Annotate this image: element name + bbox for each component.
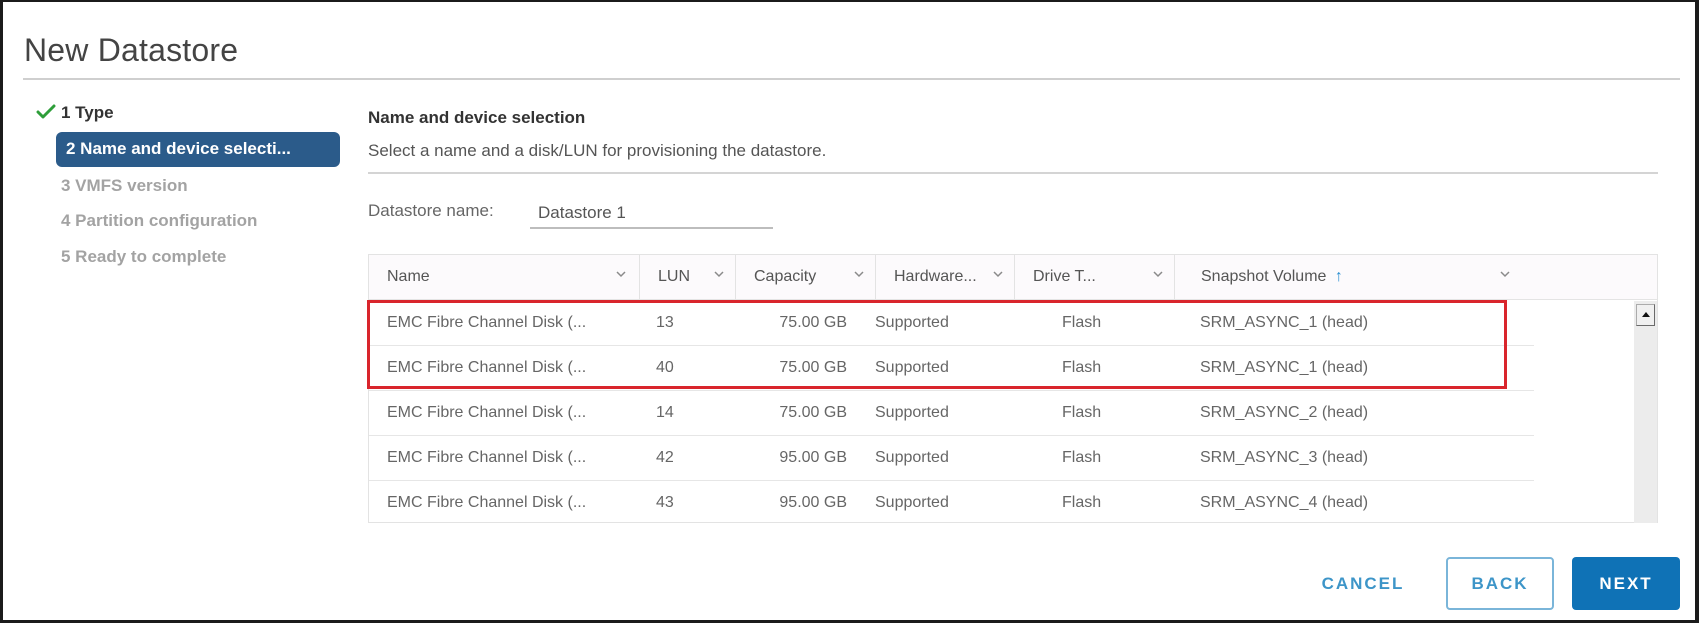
- arrow-up-icon: ↑: [1334, 268, 1343, 285]
- cancel-button[interactable]: CANCEL: [1303, 557, 1423, 610]
- new-datastore-dialog: New Datastore 1 Type 2 Name and device s…: [0, 0, 1699, 623]
- cell-name: EMC Fibre Channel Disk (...: [387, 314, 587, 331]
- chevron-down-icon[interactable]: [852, 267, 866, 281]
- cell-lun: 42: [656, 449, 674, 466]
- cell-snapshot-volume: SRM_ASYNC_1 (head): [1200, 314, 1369, 331]
- table-row[interactable]: EMC Fibre Channel Disk (... 13 75.00 GB …: [369, 301, 1534, 346]
- wizard-step-name-and-device-selection[interactable]: 2 Name and device selecti...: [56, 132, 340, 167]
- chevron-down-icon[interactable]: [1151, 267, 1165, 281]
- scroll-up-arrow-icon[interactable]: [1636, 304, 1655, 326]
- cell-snapshot-volume: SRM_ASYNC_1 (head): [1200, 359, 1369, 376]
- column-label: LUN: [658, 268, 691, 285]
- cell-drive-type: Flash: [1062, 359, 1102, 376]
- cell-hardware: Supported: [875, 404, 949, 421]
- cell-hardware: Supported: [875, 494, 949, 511]
- table-body: EMC Fibre Channel Disk (... 13 75.00 GB …: [369, 301, 1657, 523]
- column-label: Drive T...: [1033, 268, 1096, 285]
- device-table: Name LUN Capacity Hardware... Drive T...…: [368, 254, 1658, 523]
- cell-drive-type: Flash: [1062, 449, 1102, 466]
- datastore-name-label: Datastore name:: [368, 201, 494, 220]
- table-row[interactable]: EMC Fibre Channel Disk (... 14 75.00 GB …: [369, 391, 1534, 436]
- dialog-title: New Datastore: [24, 32, 239, 68]
- cell-hardware: Supported: [875, 359, 949, 376]
- cell-capacity: 95.00 GB: [779, 494, 847, 511]
- cell-capacity: 95.00 GB: [779, 449, 847, 466]
- cell-name: EMC Fibre Channel Disk (...: [387, 359, 587, 376]
- cell-snapshot-volume: SRM_ASYNC_2 (head): [1200, 404, 1369, 421]
- section-heading: Name and device selection: [368, 108, 586, 127]
- table-scrollbar[interactable]: [1634, 301, 1657, 523]
- wizard-step-type[interactable]: 1 Type: [61, 103, 114, 123]
- table-row[interactable]: EMC Fibre Channel Disk (... 43 95.00 GB …: [369, 481, 1534, 523]
- cell-capacity: 75.00 GB: [779, 404, 847, 421]
- wizard-step-ready-to-complete: 5 Ready to complete: [61, 247, 227, 266]
- cell-snapshot-volume: SRM_ASYNC_4 (head): [1200, 494, 1369, 511]
- datastore-name-input[interactable]: [530, 198, 773, 229]
- table-header: Name LUN Capacity Hardware... Drive T...…: [369, 255, 1657, 300]
- column-header-drive-type[interactable]: Drive T...: [1014, 255, 1174, 299]
- column-label: Hardware...: [894, 268, 977, 285]
- cell-name: EMC Fibre Channel Disk (...: [387, 404, 587, 421]
- cell-name: EMC Fibre Channel Disk (...: [387, 494, 587, 511]
- table-row[interactable]: EMC Fibre Channel Disk (... 40 75.00 GB …: [369, 346, 1534, 391]
- section-subtitle: Select a name and a disk/LUN for provisi…: [368, 141, 827, 160]
- section-divider: [368, 172, 1658, 174]
- checkmark-icon: [36, 104, 56, 119]
- cell-lun: 43: [656, 494, 674, 511]
- chevron-down-icon[interactable]: [1498, 267, 1512, 281]
- cell-hardware: Supported: [875, 449, 949, 466]
- cell-lun: 40: [656, 359, 674, 376]
- column-label: Snapshot Volume: [1201, 268, 1327, 285]
- back-button[interactable]: BACK: [1446, 557, 1554, 610]
- column-label: Capacity: [754, 268, 817, 285]
- cell-hardware: Supported: [875, 314, 949, 331]
- title-divider: [23, 78, 1680, 80]
- column-header-snapshot-volume[interactable]: Snapshot Volume ↑: [1174, 255, 1657, 299]
- cell-capacity: 75.00 GB: [779, 359, 847, 376]
- table-row[interactable]: EMC Fibre Channel Disk (... 42 95.00 GB …: [369, 436, 1534, 481]
- column-header-name[interactable]: Name: [369, 255, 639, 299]
- cell-lun: 14: [656, 404, 674, 421]
- column-label: Name: [387, 268, 430, 285]
- chevron-down-icon[interactable]: [614, 267, 628, 281]
- cell-drive-type: Flash: [1062, 494, 1102, 511]
- wizard-step-vmfs-version: 3 VMFS version: [61, 176, 188, 195]
- next-button[interactable]: NEXT: [1572, 557, 1680, 610]
- cell-name: EMC Fibre Channel Disk (...: [387, 449, 587, 466]
- cell-lun: 13: [656, 314, 674, 331]
- chevron-down-icon[interactable]: [991, 267, 1005, 281]
- cell-snapshot-volume: SRM_ASYNC_3 (head): [1200, 449, 1369, 466]
- chevron-down-icon[interactable]: [712, 267, 726, 281]
- cell-drive-type: Flash: [1062, 404, 1102, 421]
- wizard-step-partition-configuration: 4 Partition configuration: [61, 211, 258, 230]
- cell-drive-type: Flash: [1062, 314, 1102, 331]
- cell-capacity: 75.00 GB: [779, 314, 847, 331]
